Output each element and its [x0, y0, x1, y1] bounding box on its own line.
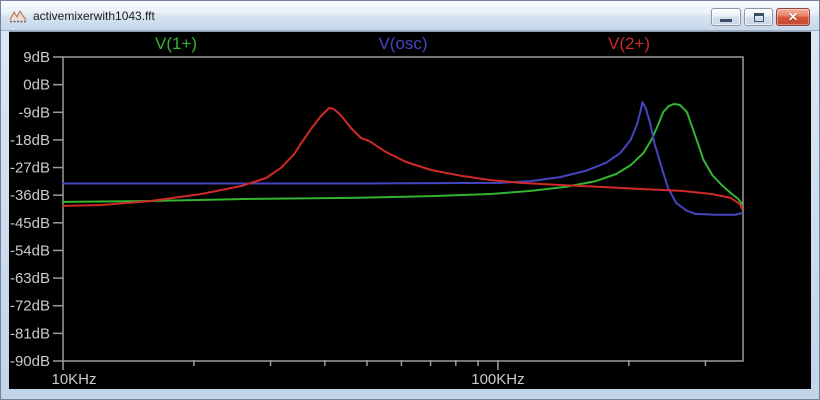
y-axis-tick-label: -45dB [10, 215, 50, 232]
minimize-button[interactable] [711, 8, 741, 26]
close-button[interactable]: ✕ [776, 8, 810, 26]
maximize-button[interactable] [744, 8, 773, 26]
minimize-icon [720, 19, 732, 22]
maximize-icon [754, 13, 764, 22]
legend-label-v2plus[interactable]: V(2+) [608, 34, 650, 54]
app-window: activemixerwith1043.fft ✕ V(1+) V(osc) V… [0, 0, 820, 400]
waveform-app-icon[interactable] [9, 8, 27, 24]
y-axis-tick-label: 9dB [23, 49, 50, 66]
y-axis-tick-label: -81dB [10, 325, 50, 342]
y-axis-tick-label: -36dB [10, 187, 50, 204]
trace-vosc [63, 102, 742, 215]
plot-client-area[interactable]: V(1+) V(osc) V(2+) 9dB 0dB -9dB -18dB -27dB -… [9, 31, 811, 389]
window-title: activemixerwith1043.fft [33, 1, 155, 31]
y-axis-tick-label: -90dB [10, 353, 50, 370]
y-axis-tick-label: 0dB [23, 77, 50, 94]
title-bar[interactable]: activemixerwith1043.fft ✕ [1, 1, 819, 31]
close-icon: ✕ [788, 11, 798, 23]
fft-plot[interactable]: 9dB 0dB -9dB -18dB -27dB -36dB -45dB -54dB -63dB… [9, 32, 811, 390]
window-controls: ✕ [711, 8, 810, 26]
y-axis-tick-label: -54dB [10, 242, 50, 259]
y-axis-tick-label: -18dB [10, 132, 50, 149]
y-axis-tick-label: -63dB [10, 270, 50, 287]
y-axis-tick-label: -27dB [10, 160, 50, 177]
trace-v2 [63, 108, 742, 209]
y-axis-tick-label: -9dB [18, 104, 50, 121]
x-axis-tick-label: 10KHz [51, 371, 96, 388]
legend-label-vosc[interactable]: V(osc) [378, 34, 427, 54]
x-axis-tick-label: 100KHz [471, 371, 524, 388]
axis-frame [63, 57, 743, 361]
legend-label-v1plus[interactable]: V(1+) [155, 34, 197, 54]
y-axis-tick-label: -72dB [10, 298, 50, 315]
